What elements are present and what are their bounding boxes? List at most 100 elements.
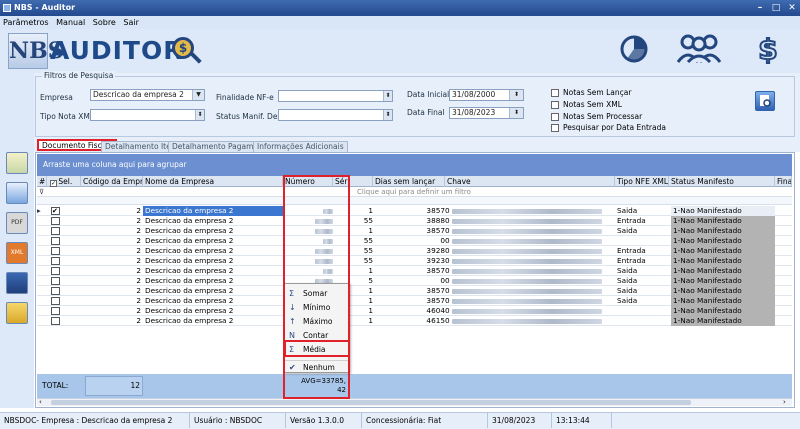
folder-icon[interactable] (6, 302, 28, 324)
tab-informacoes-adicionais[interactable]: Informações Adicionais (253, 141, 348, 152)
col-final-header[interactable]: Final (775, 176, 792, 187)
data-final-spin-icon[interactable]: ⬍ (509, 108, 523, 118)
row-select-checkbox[interactable] (51, 257, 60, 265)
dias-cell: 4615 (426, 316, 445, 325)
col-dias-header[interactable]: Dias sem lançar (373, 176, 445, 187)
dollar-icon[interactable]: $ (746, 32, 790, 64)
row-select-checkbox[interactable] (51, 317, 60, 325)
row-select-checkbox[interactable] (51, 227, 60, 235)
scroll-right-icon[interactable]: › (783, 398, 786, 406)
row-select-checkbox[interactable] (51, 307, 60, 315)
table-row[interactable]: 2 Descricao da empresa 2 1 3857 0 Saida 1-Nao… (37, 296, 792, 306)
data-final-label: Data Final (407, 108, 445, 117)
col-codigo-header[interactable]: Código da Empr (81, 176, 143, 187)
col-index-header[interactable]: # (37, 176, 47, 187)
status-version: Versão 1.3.0.0 (286, 413, 362, 428)
notas-sem-lancar-label: Notas Sem Lançar (563, 88, 632, 97)
col-tipo-header[interactable]: Tipo NFE XML (615, 176, 669, 187)
save-icon[interactable] (6, 272, 28, 294)
menu-sobre[interactable]: Sobre (93, 18, 116, 27)
row-select-checkbox[interactable]: ✔ (51, 207, 60, 215)
col-sel-header[interactable]: ✓ Sel. (47, 176, 81, 187)
tipo-nota-spin-icon[interactable]: ⬍ (195, 110, 204, 120)
row-select-checkbox[interactable] (51, 287, 60, 295)
tipo-nota-select[interactable]: ⬍ (90, 109, 205, 121)
table-row[interactable]: 2 Descricao da empresa 2 1 3857 0 Saida 1-Nao… (37, 266, 792, 276)
status-user: Usuário : NBSDOC (190, 413, 286, 428)
table-row[interactable]: ▸ ✔ 2 Descricao da empresa 2 1 3857 0 Saida 1-N… (37, 206, 792, 216)
row-select-checkbox[interactable] (51, 217, 60, 225)
chave-cell: 0 (445, 286, 615, 296)
row-select-checkbox[interactable] (51, 237, 60, 245)
finalidade-spin-icon[interactable]: ⬍ (383, 91, 392, 101)
table-row[interactable]: 2 Descricao da empresa 2 55 3923 0 Entrada 1-… (37, 256, 792, 266)
app-icon (3, 4, 11, 12)
empresa-field[interactable]: Descricao da empresa 2 ▼ (90, 89, 205, 101)
users-icon[interactable] (674, 32, 724, 64)
tipo-cell: Saida (617, 226, 638, 235)
xml-icon[interactable]: XML (6, 242, 28, 264)
chave-prefix: 0 (445, 206, 450, 215)
col-blank-header[interactable] (349, 176, 373, 187)
chave-prefix: 0 (445, 276, 450, 285)
chave-prefix: 0 (445, 256, 450, 265)
row-select-checkbox[interactable] (51, 297, 60, 305)
table-row[interactable]: 2 Descricao da empresa 2 55 3928 0 Entrada 1-… (37, 246, 792, 256)
scroll-thumb[interactable] (51, 400, 691, 405)
finalidade-select[interactable]: ⬍ (278, 90, 393, 102)
pdf-icon[interactable]: PDF (6, 212, 28, 234)
row-select-checkbox[interactable] (51, 277, 60, 285)
row-select-checkbox[interactable] (51, 247, 60, 255)
table-row[interactable]: 2 Descricao da empresa 2 55 3888 0 Entrada 1-… (37, 216, 792, 226)
table-row[interactable]: 2 Descricao da empresa 2 1 4615 0 1-Nao Mani… (37, 316, 792, 326)
scroll-left-icon[interactable]: ‹ (39, 398, 42, 406)
group-by-panel[interactable]: Arraste uma coluna aqui para agrupar (37, 154, 792, 176)
status-company: NBSDOC- Empresa : Descricao da empresa 2 (0, 413, 190, 428)
codigo-cell: 2 (136, 256, 141, 265)
menu-manual[interactable]: Manual (56, 18, 85, 27)
notas-sem-lancar-checkbox[interactable] (551, 89, 559, 97)
notas-sem-processar-checkbox[interactable] (551, 113, 559, 121)
table-row[interactable]: 2 Descricao da empresa 2 1 3857 0 Saida 1-Nao… (37, 286, 792, 296)
data-inicial-field[interactable]: 31/08/2000 ⬍ (449, 89, 524, 101)
filter-icon[interactable] (6, 152, 28, 174)
chave-cell: 0 (445, 246, 615, 256)
menu-sair[interactable]: Sair (123, 18, 139, 27)
col-chave-header[interactable]: Chave (445, 176, 615, 187)
status-manif-select[interactable]: ⬍ (278, 109, 393, 121)
dias-cell: 3888 (426, 216, 445, 225)
notas-sem-xml-checkbox[interactable] (551, 101, 559, 109)
table-row[interactable]: 2 Descricao da empresa 2 5 00 Saida 1-Nao Ma… (37, 276, 792, 286)
table-row[interactable]: 2 Descricao da empresa 2 1 3857 0 Saida 1-Nao… (37, 226, 792, 236)
minimize-button[interactable]: – (752, 0, 768, 16)
row-indicator (37, 236, 47, 246)
tipo-cell: Saida (617, 296, 638, 305)
nome-cell: Descricao da empresa 2 (145, 266, 234, 275)
menu-parametros[interactable]: Parâmetros (3, 18, 49, 27)
data-inicial-spin-icon[interactable]: ⬍ (509, 90, 523, 100)
col-status-header[interactable]: Status Manifesto (669, 176, 775, 187)
dias-cell: 3928 (426, 246, 445, 255)
document-search-icon[interactable] (6, 182, 28, 204)
filter-row[interactable]: ⊽ Clique aqui para definir um filtro (37, 187, 792, 197)
table-row[interactable]: 2 Descricao da empresa 2 1 4604 0 1-Nao Mani… (37, 306, 792, 316)
maximize-button[interactable]: □ (768, 0, 784, 16)
search-button[interactable] (755, 91, 775, 111)
select-all-checkbox[interactable]: ✓ (50, 180, 57, 187)
chave-cell: 0 (445, 206, 615, 216)
serie-cell: 55 (363, 246, 373, 255)
dias-cell: 3923 (426, 256, 445, 265)
chave-cell: 0 (445, 316, 615, 326)
col-nome-header[interactable]: Nome da Empresa (143, 176, 283, 187)
status-cell: 1-Nao Manifestado (671, 226, 775, 236)
row-select-checkbox[interactable] (51, 267, 60, 275)
empresa-dropdown-icon[interactable]: ▼ (192, 90, 204, 100)
close-button[interactable]: ✕ (784, 0, 800, 16)
pie-chart-icon[interactable] (612, 32, 658, 64)
table-row[interactable]: 2 Descricao da empresa 2 55 0 0 1-Nao Manife… (37, 236, 792, 246)
status-manif-spin-icon[interactable]: ⬍ (383, 110, 392, 120)
pesquisar-data-entrada-checkbox[interactable] (551, 124, 559, 132)
chave-cell: 0 (445, 236, 615, 246)
horizontal-scrollbar[interactable]: ‹ › (37, 398, 792, 406)
data-final-field[interactable]: 31/08/2023 ⬍ (449, 107, 524, 119)
